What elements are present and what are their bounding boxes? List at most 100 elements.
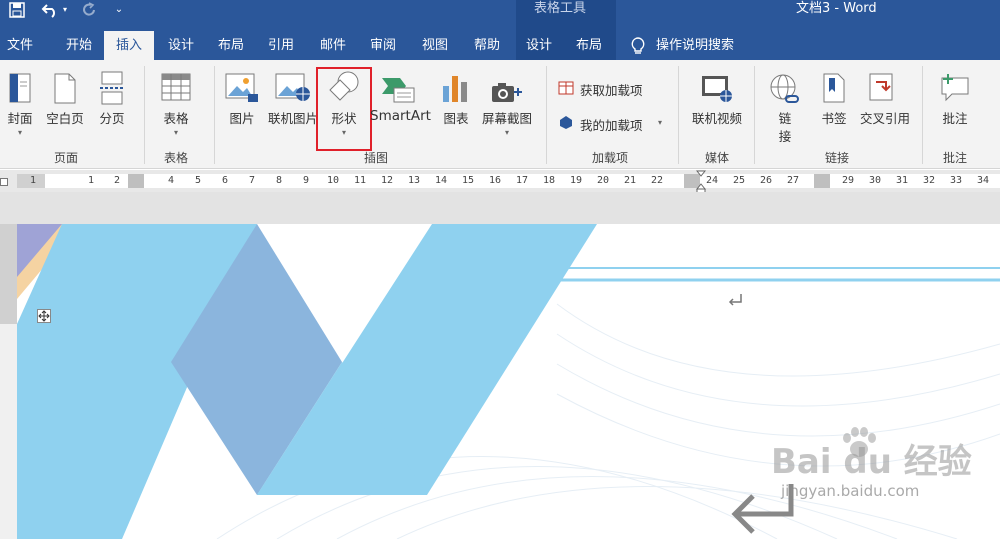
group-tables-label: 表格	[163, 151, 188, 165]
ruler-tick: 21	[624, 175, 637, 186]
undo-icon[interactable]	[40, 0, 60, 20]
document-page[interactable]: Bai du 经验 jingyan.baidu.com	[17, 224, 1000, 539]
group-comments-label: 批注	[942, 151, 967, 165]
tab-selector-icon[interactable]	[0, 178, 8, 186]
ruler-column-marker[interactable]	[128, 174, 144, 188]
ruler-tick: 32	[923, 175, 936, 186]
online-video-button[interactable]: 联机视频	[686, 108, 748, 127]
page-break-button[interactable]: 分页	[92, 108, 132, 127]
ruler-tick: 34	[977, 175, 990, 186]
paragraph-mark-icon	[727, 292, 745, 308]
screenshot-button[interactable]: 屏幕截图	[476, 108, 538, 127]
screenshot-dropdown-icon[interactable]: ▾	[476, 128, 538, 137]
link-button[interactable]: 链	[770, 108, 800, 127]
cover-dropdown-icon[interactable]: ▾	[2, 128, 38, 137]
vertical-ruler	[0, 224, 18, 539]
ruler-tick: 7	[249, 175, 256, 186]
my-addins-dropdown-icon[interactable]: ▾	[654, 118, 666, 127]
my-addins-icon	[558, 114, 574, 130]
ruler-tick: 1	[30, 175, 37, 186]
ruler-tick: 26	[760, 175, 773, 186]
ruler-tick: 14	[435, 175, 448, 186]
ruler-tick: 12	[381, 175, 394, 186]
context-group-label: 表格工具	[534, 1, 587, 16]
online-picture-icon	[274, 72, 312, 104]
ruler-tick: 1	[88, 175, 95, 186]
cross-reference-button[interactable]: 交叉引用	[856, 108, 914, 127]
group-separator	[144, 66, 145, 164]
ruler-tick: 9	[303, 175, 310, 186]
group-separator	[546, 66, 547, 164]
ruler-tick: 10	[327, 175, 340, 186]
ruler-tick: 29	[842, 175, 855, 186]
my-addins-button[interactable]: 我的加载项	[580, 115, 652, 134]
shapes-dropdown-icon[interactable]: ▾	[322, 128, 366, 137]
tab-review[interactable]: 审阅	[362, 31, 404, 60]
blank-page-button[interactable]: 空白页	[42, 108, 88, 127]
tab-references[interactable]: 引用	[260, 31, 302, 60]
tab-design[interactable]: 设计	[160, 31, 202, 60]
group-media-label: 媒体	[704, 151, 729, 165]
ruler-tick: 22	[651, 175, 664, 186]
bookmark-button[interactable]: 书签	[814, 108, 854, 127]
chart-icon	[440, 72, 470, 104]
tab-table-design[interactable]: 设计	[518, 31, 560, 60]
group-separator	[922, 66, 923, 164]
ruler-column-marker[interactable]	[814, 174, 830, 188]
picture-button[interactable]: 图片	[222, 108, 262, 127]
lightbulb-icon	[630, 37, 646, 55]
online-picture-button[interactable]: 联机图片	[264, 108, 322, 127]
table-icon	[160, 72, 192, 104]
document-title: 文档3 - Word	[796, 1, 877, 16]
table-move-handle-icon[interactable]	[37, 308, 51, 323]
tab-home[interactable]: 开始	[56, 31, 102, 60]
get-addins-button[interactable]: 获取加载项	[580, 80, 660, 99]
comment-button[interactable]: 批注	[934, 108, 976, 127]
undo-dropdown-icon[interactable]: ▾	[60, 0, 70, 20]
cover-page-button[interactable]: 封面	[2, 108, 38, 127]
ruler-tick: 8	[276, 175, 283, 186]
store-icon	[558, 79, 574, 95]
tab-help[interactable]: 帮助	[466, 31, 508, 60]
ruler-tick: 30	[869, 175, 882, 186]
tab-table-layout[interactable]: 布局	[568, 31, 610, 60]
tab-insert[interactable]: 插入	[104, 31, 154, 60]
shapes-button[interactable]: 形状	[322, 108, 366, 127]
table-button[interactable]: 表格	[156, 108, 196, 127]
group-separator	[214, 66, 215, 164]
ruler-tick: 25	[733, 175, 746, 186]
ruler-tick: 6	[222, 175, 229, 186]
chart-button[interactable]: 图表	[436, 108, 476, 127]
customize-icon[interactable]: ⌄	[112, 0, 126, 20]
page-break-icon	[98, 70, 126, 106]
tab-file[interactable]: 文件	[0, 31, 40, 60]
ruler-tick: 33	[950, 175, 963, 186]
ruler-tick: 24	[706, 175, 719, 186]
group-illustrations-label: 插图	[363, 151, 388, 165]
table-dropdown-icon[interactable]: ▾	[156, 128, 196, 137]
tell-me-search[interactable]: 操作说明搜索	[656, 31, 776, 60]
ruler-tick: 19	[570, 175, 583, 186]
save-icon[interactable]	[8, 0, 26, 20]
group-addins-label: 加载项	[591, 151, 628, 165]
bookmark-icon	[820, 72, 848, 104]
ruler-tick: 27	[787, 175, 800, 186]
shapes-icon	[326, 70, 362, 106]
tab-mailings[interactable]: 邮件	[312, 31, 354, 60]
baidu-watermark-url: jingyan.baidu.com	[781, 482, 920, 500]
paw-icon	[837, 424, 883, 460]
tab-view[interactable]: 视图	[414, 31, 456, 60]
group-separator	[678, 66, 679, 164]
ruler-tick: 2	[114, 175, 121, 186]
cross-reference-icon	[866, 72, 898, 104]
screenshot-icon	[490, 80, 524, 106]
redo-icon[interactable]	[80, 0, 98, 20]
picture-icon	[224, 72, 260, 104]
ruler-tick: 20	[597, 175, 610, 186]
tab-layout[interactable]: 布局	[210, 31, 252, 60]
ruler-tick: 5	[195, 175, 202, 186]
ruler-tick: 13	[408, 175, 421, 186]
document-canvas-margin	[0, 192, 1000, 224]
link-button-line2: 接	[778, 129, 792, 144]
smartart-button[interactable]: SmartArt	[370, 108, 431, 124]
